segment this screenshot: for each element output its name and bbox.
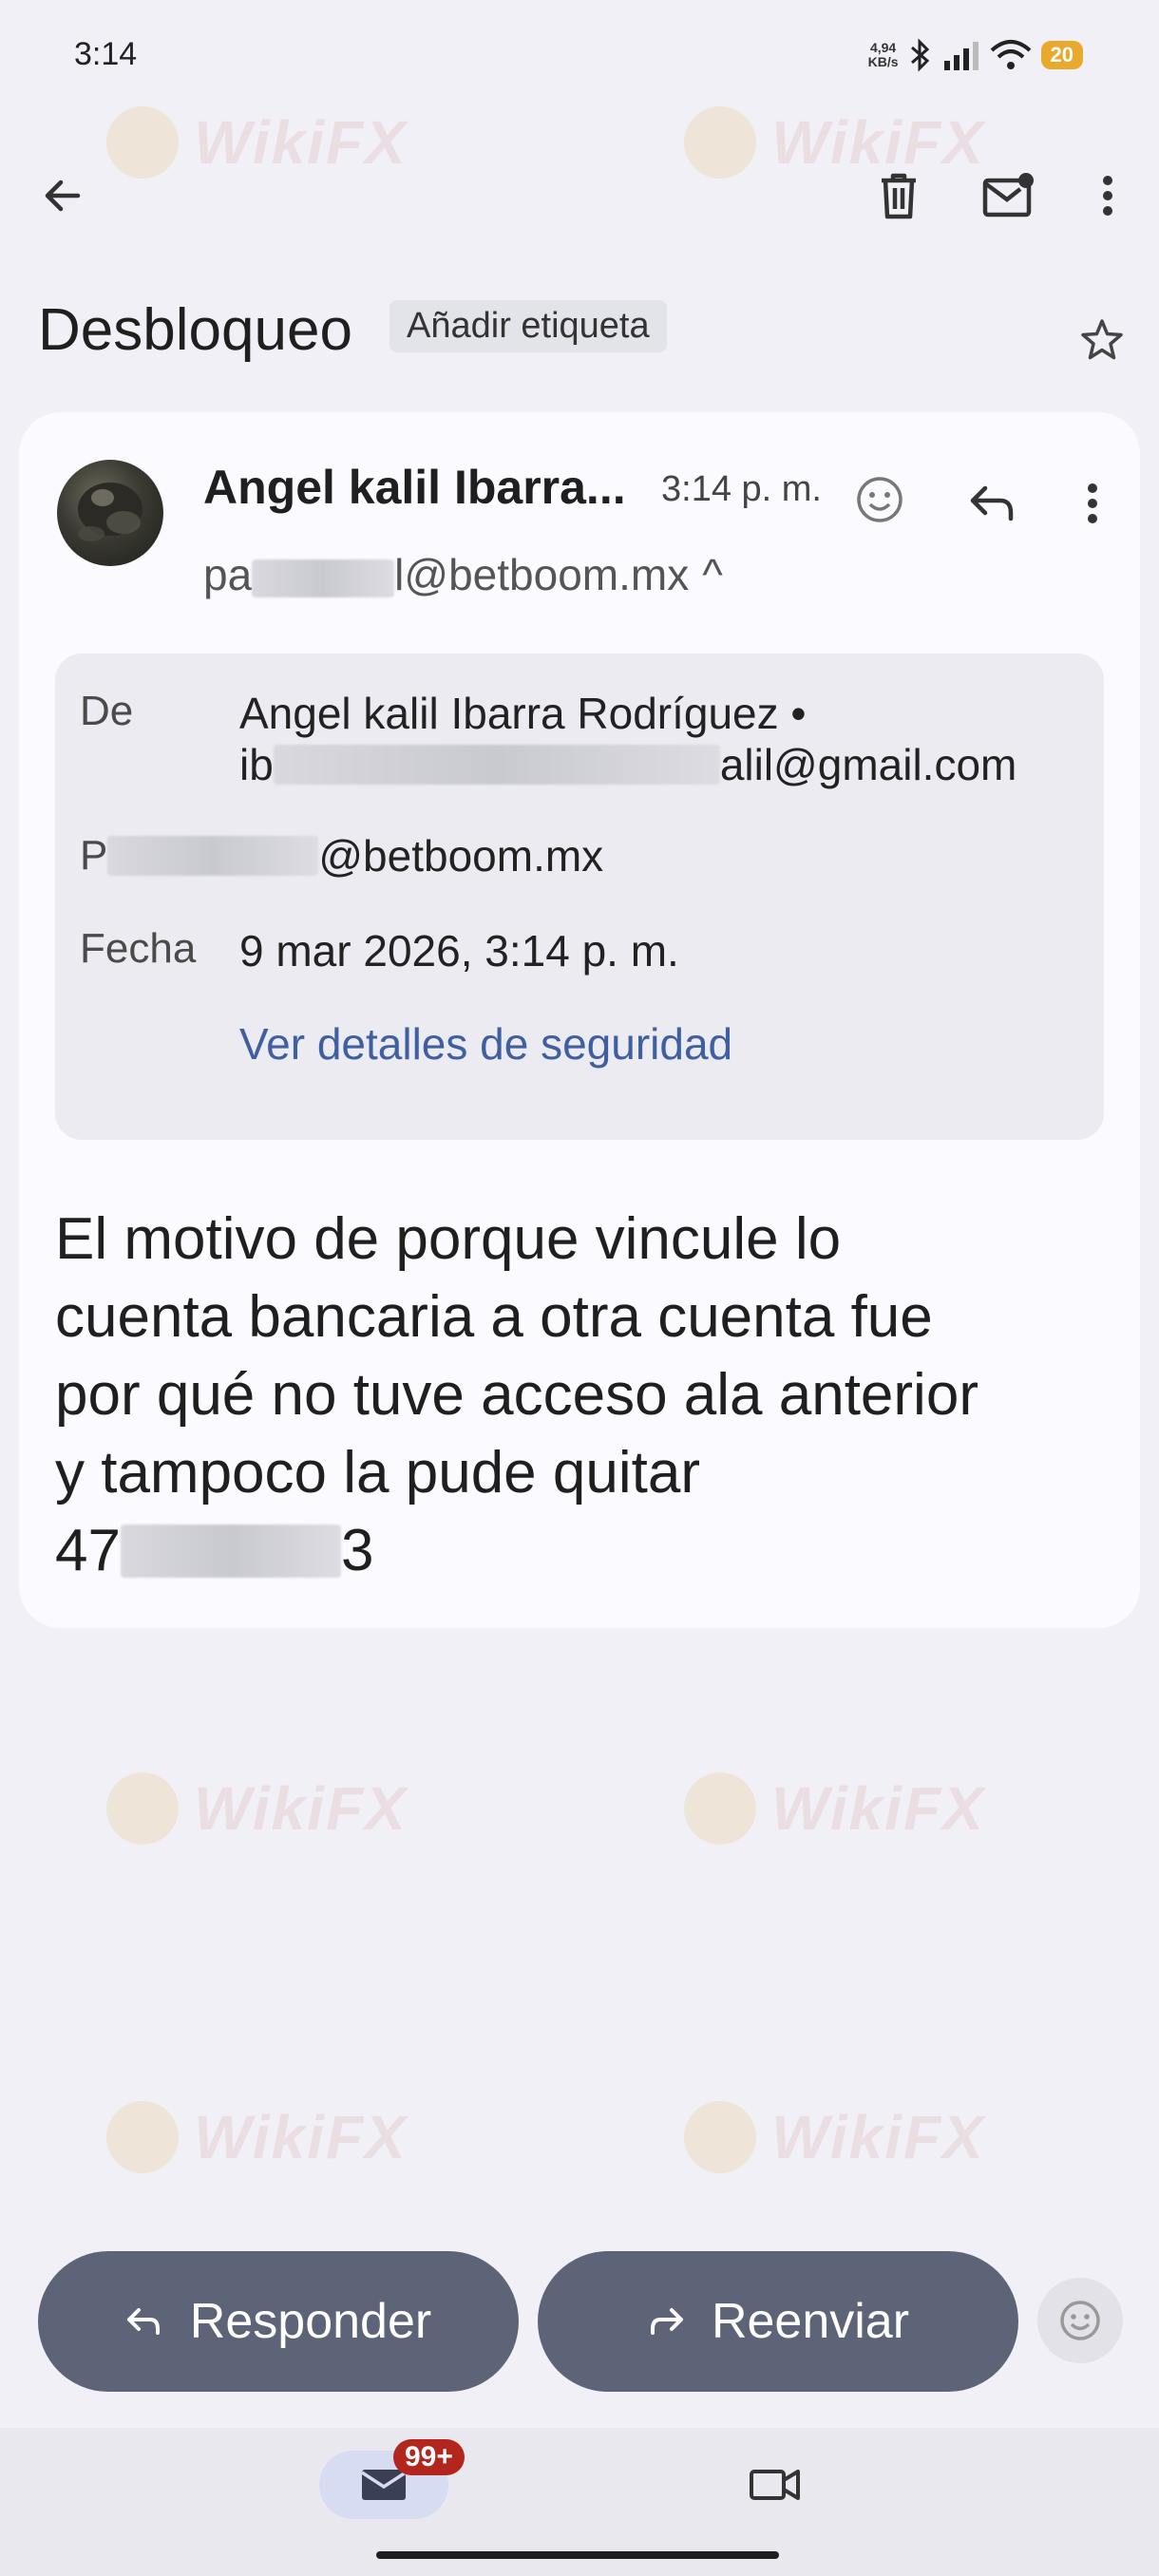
delete-button[interactable] — [861, 158, 937, 234]
watermark: WikiFX — [684, 1772, 985, 1845]
reply-icon — [126, 2308, 160, 2335]
reply-icon-button[interactable] — [954, 465, 1030, 541]
more-vertical-icon — [1103, 176, 1112, 216]
chevron-up-icon[interactable]: ^ — [702, 549, 723, 600]
nav-meet-tab[interactable] — [737, 2447, 813, 2523]
star-icon — [1081, 319, 1123, 360]
smiley-icon — [1060, 2301, 1100, 2340]
network-speed: 4,94 KB/s — [867, 40, 899, 69]
watermark: WikiFX — [106, 106, 408, 179]
date-label: Fecha — [80, 925, 197, 972]
date-value: 9 mar 2026, 3:14 p. m. — [239, 926, 679, 975]
bluetooth-icon — [910, 38, 929, 72]
forward-icon — [650, 2308, 683, 2335]
mail-unread-icon — [982, 173, 1034, 218]
more-options-button[interactable] — [1070, 158, 1146, 234]
message-more-button[interactable] — [1054, 465, 1130, 541]
body-number: 47 3 — [55, 1518, 374, 1583]
to-email: @betboom.mx — [318, 831, 604, 881]
mark-unread-button[interactable] — [971, 158, 1047, 234]
signal-icon — [943, 42, 978, 70]
status-time: 3:14 — [74, 36, 138, 72]
avatar-image — [78, 483, 142, 541]
sender-avatar[interactable] — [57, 460, 163, 566]
forward-button[interactable]: Reenviar — [538, 2251, 1018, 2392]
sender-name[interactable]: Angel kalil Ibarra... — [203, 460, 626, 515]
trash-icon — [882, 173, 916, 219]
more-vertical-icon — [1088, 483, 1097, 523]
smiley-icon — [857, 477, 902, 522]
forward-label: Reenviar — [711, 2294, 910, 2349]
message-time: 3:14 p. m. — [661, 469, 822, 509]
from-email: ib alil@gmail.com — [239, 740, 1017, 789]
to-field: P @betboom.mx — [80, 830, 603, 881]
add-reaction-button[interactable] — [846, 465, 914, 534]
star-button[interactable] — [1064, 302, 1140, 378]
arrow-back-icon — [45, 180, 81, 212]
reply-icon — [970, 485, 1014, 521]
reply-button[interactable]: Responder — [38, 2251, 519, 2392]
watermark: WikiFX — [684, 2101, 985, 2173]
security-details-link[interactable]: Ver detalles de seguridad — [239, 1018, 732, 1070]
back-button[interactable] — [25, 158, 101, 234]
body-line: por qué no tuve acceso ala anterior — [55, 1362, 978, 1428]
add-label-chip[interactable]: Añadir etiqueta — [390, 300, 667, 352]
watermark: WikiFX — [106, 2101, 408, 2173]
body-line: y tampoco la pude quitar — [55, 1440, 700, 1506]
from-label: De — [80, 688, 134, 734]
body-line: cuenta bancaria a otra cuenta fue — [55, 1284, 933, 1350]
battery-indicator: 20 — [1040, 41, 1083, 69]
wifi-icon — [990, 40, 1031, 69]
watermark: WikiFX — [684, 106, 985, 179]
from-name: Angel kalil Ibarra Rodríguez • — [239, 689, 807, 738]
recipient-summary[interactable]: pa l@betboom.mx ^ — [203, 549, 723, 600]
status-icons: 4,94 KB/s 20 — [868, 32, 1083, 78]
to-label: P — [80, 832, 108, 879]
email-subject: Desbloqueo — [38, 297, 352, 363]
unread-count-badge: 99+ — [393, 2439, 465, 2475]
reply-label: Responder — [189, 2294, 432, 2349]
emoji-reaction-button[interactable] — [1037, 2278, 1123, 2363]
watermark: WikiFX — [106, 1772, 408, 1845]
body-line: El motivo de porque vincule lo — [55, 1206, 842, 1272]
video-camera-icon — [750, 2470, 800, 2500]
gesture-bar[interactable] — [376, 2551, 779, 2559]
message-body: El motivo de porque vincule lo cuenta ba… — [55, 1201, 1119, 1590]
